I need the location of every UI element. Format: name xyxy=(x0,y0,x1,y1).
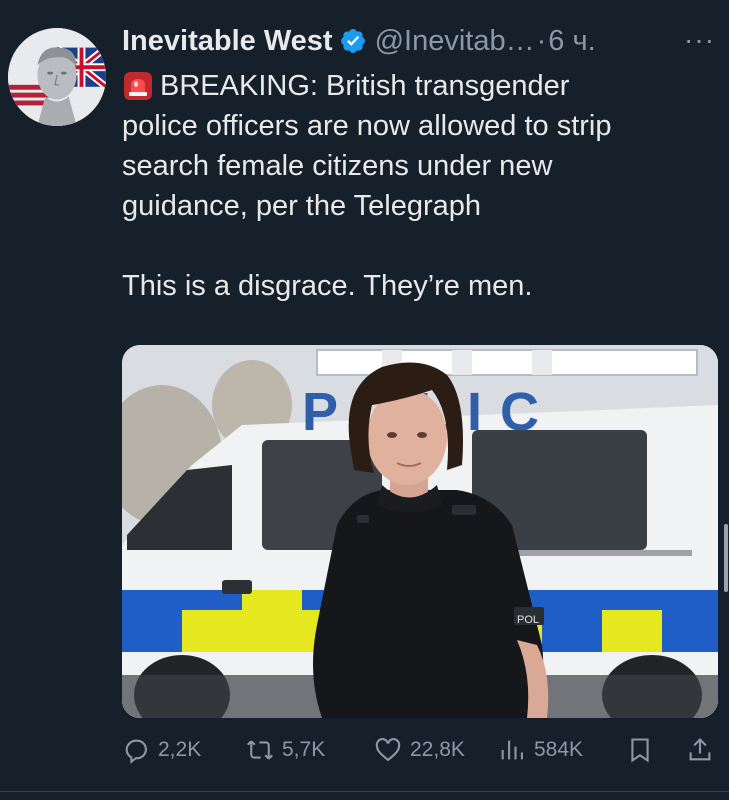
tweet-card[interactable]: Inevitable West @Inevitab… · 6 ч. ··· BR… xyxy=(0,0,729,800)
police-officer-photo: POLIC POL xyxy=(122,345,718,718)
more-options-icon[interactable]: ··· xyxy=(684,24,715,56)
views-icon xyxy=(501,740,523,760)
retweet-button[interactable]: 5,7K xyxy=(246,736,325,764)
retweet-icon xyxy=(247,740,273,760)
tweet-text-line: BREAKING: British transgender xyxy=(160,70,570,102)
tweet-content: Inevitable West @Inevitab… · 6 ч. ··· BR… xyxy=(122,18,717,306)
scrollbar-thumb[interactable] xyxy=(724,524,728,592)
tweet-text-line: search female citizens under new xyxy=(122,150,553,182)
tweet-time[interactable]: 6 ч. xyxy=(548,25,595,58)
tweet-media-image[interactable]: POLIC POL xyxy=(122,345,718,718)
bookmark-button[interactable] xyxy=(626,736,654,764)
reply-button[interactable]: 2,2K xyxy=(122,736,201,764)
reply-count: 2,2K xyxy=(158,738,202,761)
tweet-text: BREAKING: British transgender police off… xyxy=(122,66,717,306)
tweet-text-line: This is a disgrace. They’re men. xyxy=(122,270,533,302)
verified-badge-icon xyxy=(340,29,365,53)
author-handle[interactable]: @Inevitab… xyxy=(375,25,535,58)
views-count: 584K xyxy=(534,738,584,761)
divider xyxy=(0,791,729,792)
bookmark-icon xyxy=(631,738,649,763)
share-icon xyxy=(689,738,711,761)
tweet-text-line: guidance, per the Telegraph xyxy=(122,190,482,222)
author-name[interactable]: Inevitable West xyxy=(122,25,333,58)
avatar[interactable] xyxy=(8,28,106,126)
avatar-image xyxy=(8,28,106,126)
share-button[interactable] xyxy=(686,736,714,764)
retweet-count: 5,7K xyxy=(282,738,326,761)
police-siren-icon xyxy=(124,72,152,100)
like-button[interactable]: 22,8K xyxy=(374,736,465,764)
tweet-text-line: police officers are now allowed to strip xyxy=(122,110,612,142)
reply-icon xyxy=(125,739,147,764)
like-count: 22,8K xyxy=(410,738,465,761)
views-button[interactable]: 584K xyxy=(498,736,583,764)
tweet-header: Inevitable West @Inevitab… · 6 ч. xyxy=(122,18,717,64)
tweet-actions: 2,2K 5,7K 22,8K 584K xyxy=(122,730,718,770)
uniform-badge: POL xyxy=(517,614,539,626)
separator-dot: · xyxy=(536,24,547,57)
heart-icon xyxy=(375,738,401,762)
